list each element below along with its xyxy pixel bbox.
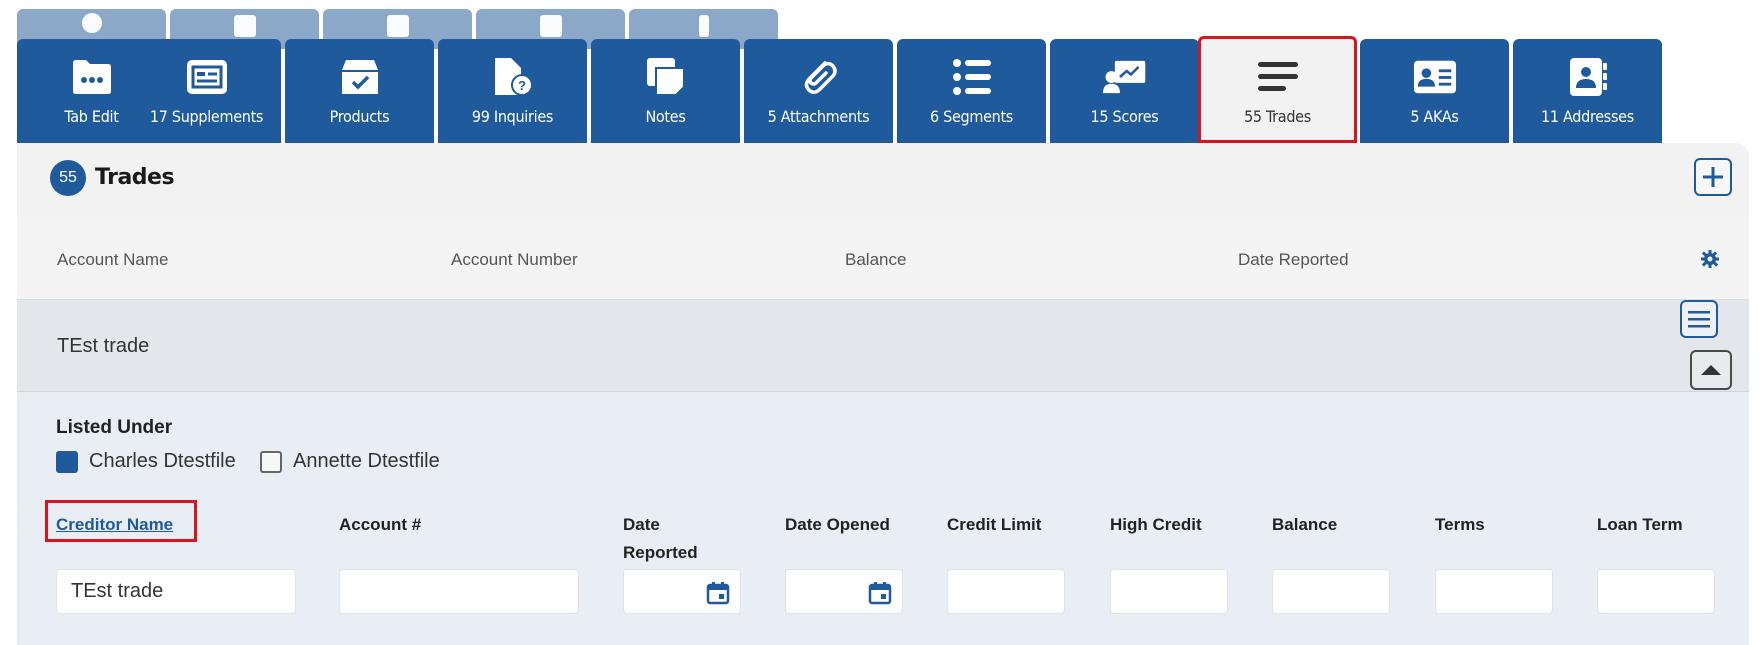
tab-label: Notes xyxy=(645,107,686,126)
account-number-label: Account # xyxy=(339,515,422,534)
tab-label: 17 Supplements xyxy=(149,107,264,126)
tab-label: 11 Addresses xyxy=(1541,107,1634,126)
tab-label: Tab Edit xyxy=(64,107,119,126)
credit-limit-input[interactable] xyxy=(947,569,1065,614)
date-reported-label-line2: Reported xyxy=(623,543,698,562)
column-header-date-reported[interactable]: Date Reported xyxy=(1238,250,1349,270)
caret-up-icon xyxy=(1701,365,1721,375)
checkbox-charles[interactable]: Charles Dtestfile xyxy=(56,450,236,473)
date-reported-input[interactable] xyxy=(623,569,741,614)
scores-icon xyxy=(1102,57,1147,97)
checkbox-unchecked[interactable] xyxy=(260,450,282,473)
tab-notes[interactable]: Notes xyxy=(591,39,740,143)
count-badge: 55 xyxy=(50,160,86,196)
supplements-icon xyxy=(185,57,229,97)
calendar-icon[interactable] xyxy=(868,581,892,605)
column-header-row: Account Name Account Number Balance Date… xyxy=(17,217,1749,300)
balance-input[interactable] xyxy=(1272,569,1390,614)
tab-supplements[interactable]: 17 Supplements xyxy=(132,39,281,143)
tab-addresses[interactable]: 11 Addresses xyxy=(1513,39,1662,143)
column-header-account-name[interactable]: Account Name xyxy=(57,250,169,270)
menu-lines-icon xyxy=(1688,311,1710,328)
tab-attachments[interactable]: 5 Attachments xyxy=(744,39,893,143)
svg-text:?: ? xyxy=(518,78,526,93)
notes-icon xyxy=(644,57,688,97)
tab-products[interactable]: Products xyxy=(285,39,434,143)
loan-term-input[interactable] xyxy=(1597,569,1715,614)
high-credit-label: High Credit xyxy=(1110,515,1202,534)
tab-inquiries[interactable]: ? 99 Inquiries xyxy=(438,39,587,143)
paperclip-icon xyxy=(797,57,841,97)
inquiry-document-icon: ? xyxy=(491,57,535,97)
tab-label: 5 Attachments xyxy=(767,107,870,126)
high-credit-input[interactable] xyxy=(1110,569,1228,614)
table-row[interactable]: TEst trade xyxy=(17,300,1749,392)
add-trade-button[interactable] xyxy=(1694,158,1732,196)
tab-trades[interactable]: 55 Trades xyxy=(1198,36,1357,143)
calendar-icon[interactable] xyxy=(706,581,730,605)
date-reported-label-line1: Date xyxy=(623,515,660,534)
tab-label: 55 Trades xyxy=(1244,107,1311,126)
tab-label: 15 Scores xyxy=(1090,107,1159,126)
listed-under-label: Listed Under xyxy=(56,417,173,438)
tab-label: 99 Inquiries xyxy=(471,107,554,126)
gear-icon[interactable] xyxy=(1701,250,1719,273)
column-header-account-number[interactable]: Account Number xyxy=(451,250,578,270)
creditor-name-input[interactable]: TEst trade xyxy=(56,569,296,614)
list-icon xyxy=(950,57,994,97)
row-account-name: TEst trade xyxy=(57,335,150,357)
checkbox-annette[interactable]: Annette Dtestfile xyxy=(260,450,440,473)
plus-icon xyxy=(1703,167,1723,187)
terms-input[interactable] xyxy=(1435,569,1553,614)
trades-lines-icon xyxy=(1256,57,1300,97)
date-opened-label: Date Opened xyxy=(785,515,890,534)
creditor-name-link[interactable]: Creditor Name xyxy=(56,511,173,539)
row-menu-button[interactable] xyxy=(1680,300,1718,338)
address-book-icon xyxy=(1566,57,1610,97)
tab-segments[interactable]: 6 Segments xyxy=(897,39,1046,143)
balance-label: Balance xyxy=(1272,515,1338,534)
tab-akas[interactable]: 5 AKAs xyxy=(1360,39,1509,143)
trade-detail-form: Listed Under Charles Dtestfile Annette D… xyxy=(17,392,1749,645)
date-opened-input[interactable] xyxy=(785,569,903,614)
credit-limit-label: Credit Limit xyxy=(947,515,1042,534)
tab-scores[interactable]: 15 Scores xyxy=(1050,39,1199,143)
loan-term-label: Loan Term xyxy=(1597,515,1683,534)
collapse-button[interactable] xyxy=(1690,350,1732,390)
page-title: Trades xyxy=(95,165,175,190)
trades-panel: 55 Trades Account Name Account Number Ba… xyxy=(17,143,1749,645)
checkbox-label: Charles Dtestfile xyxy=(89,450,236,472)
id-card-icon xyxy=(1413,57,1457,97)
folder-icon xyxy=(70,57,114,97)
products-box-icon xyxy=(338,57,382,97)
account-number-input[interactable] xyxy=(339,569,579,614)
date-reported-label: Date Reported xyxy=(623,511,698,567)
terms-label: Terms xyxy=(1435,515,1485,534)
tab-label: 5 AKAs xyxy=(1410,107,1459,126)
tab-label: Products xyxy=(329,107,390,126)
tab-label: 6 Segments xyxy=(929,107,1014,126)
panel-header: 55 Trades xyxy=(17,143,1749,218)
checkbox-label: Annette Dtestfile xyxy=(293,450,440,472)
column-header-balance[interactable]: Balance xyxy=(845,250,906,270)
checkbox-checked[interactable] xyxy=(56,450,78,473)
